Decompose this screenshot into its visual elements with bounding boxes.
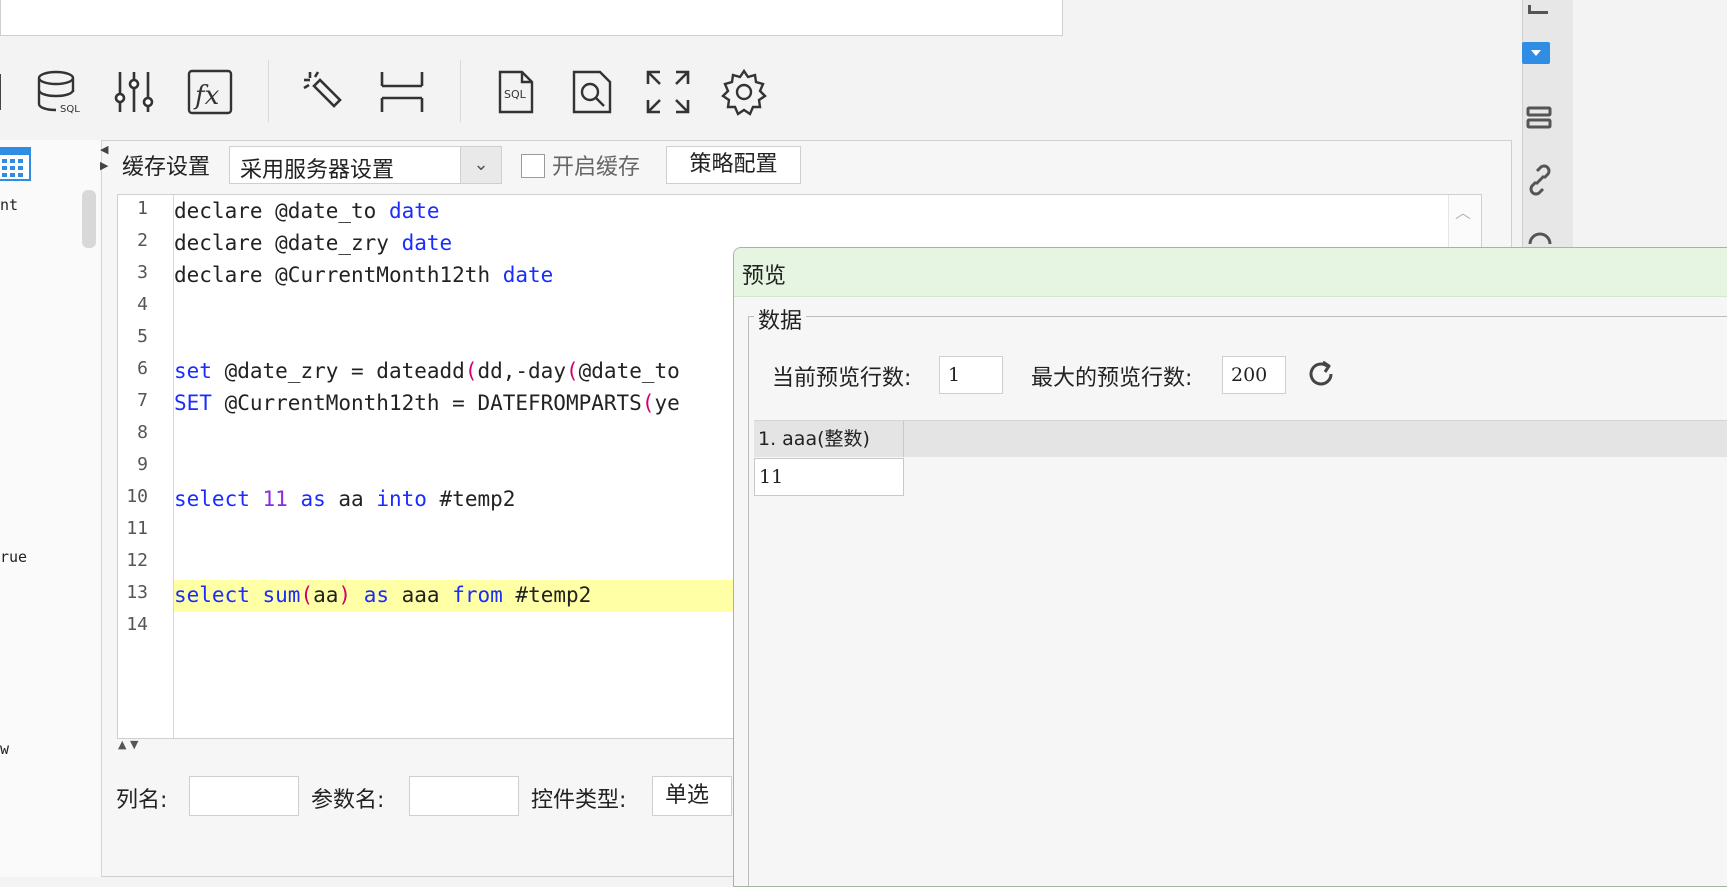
param-name-label: 参数名: <box>311 788 385 813</box>
grid-cell[interactable]: 11 <box>754 458 904 496</box>
column-name-label: 列名: <box>116 788 168 813</box>
chevron-down-icon[interactable]: ⌄ <box>460 147 501 183</box>
max-preview-rows-input[interactable]: 200 <box>1222 356 1286 394</box>
sliders-icon[interactable] <box>110 68 158 116</box>
line-number: 6 <box>137 358 148 379</box>
code-line-13: select sum(aa) as aaa from #temp2 <box>174 583 592 607</box>
enable-cache-label: 开启缓存 <box>552 155 641 180</box>
left-scrollbar[interactable] <box>82 190 96 248</box>
cache-settings-value: 采用服务器设置 <box>240 158 395 183</box>
fullscreen-icon[interactable] <box>644 68 692 116</box>
line-number: 5 <box>137 326 148 347</box>
calendar-icon[interactable] <box>0 146 32 182</box>
cache-settings-select[interactable]: 采用服务器设置 ⌄ <box>229 146 502 184</box>
code-line-6: set @date_zry = dateadd(dd,-day(@date_to <box>174 359 680 383</box>
line-number: 12 <box>126 550 148 571</box>
line-number: 1 <box>137 198 148 219</box>
code-line-2: declare @date_zry date <box>174 231 453 255</box>
preview-grid-header: 1. aaa(整数) <box>754 420 1727 457</box>
code-line-7: SET @CurrentMonth12th = DATEFROMPARTS(ye <box>174 391 680 415</box>
line-number: 2 <box>137 230 148 251</box>
scroll-up-icon[interactable]: ︿ <box>1455 199 1471 223</box>
preview-search-icon[interactable] <box>568 68 616 116</box>
database-sql-icon[interactable]: SQL <box>34 68 82 116</box>
line-number: 4 <box>137 294 148 315</box>
grid-column-header[interactable]: 1. aaa(整数) <box>754 421 904 457</box>
editor-resize-handle-icon[interactable]: ▲ ▼ <box>118 738 138 751</box>
param-name-input[interactable] <box>409 776 519 816</box>
code-line-1: declare @date_to date <box>174 199 440 223</box>
preview-dialog-titlebar[interactable]: 预览 <box>734 248 1727 297</box>
partial-top-icon[interactable] <box>1524 0 1560 14</box>
strategy-config-button[interactable]: 策略配置 <box>666 146 801 184</box>
dataset-name-bar[interactable] <box>0 0 1063 36</box>
left-fragment-2: rue <box>0 548 28 566</box>
enable-cache-checkbox[interactable] <box>521 154 545 178</box>
collapse-toggle-icon[interactable]: ◀ ▶ <box>100 142 108 174</box>
left-parameter-column <box>0 140 102 877</box>
code-line-3: declare @CurrentMonth12th date <box>174 263 554 287</box>
link-icon[interactable] <box>1522 162 1558 198</box>
cache-settings-label: 缓存设置 <box>122 155 211 180</box>
gear-icon[interactable] <box>720 68 768 116</box>
line-number: 14 <box>126 614 148 635</box>
function-fx-icon[interactable]: fx <box>186 68 234 116</box>
current-preview-rows-label: 当前预览行数: <box>772 366 912 391</box>
partial-bottom-icon[interactable] <box>1522 224 1558 246</box>
left-fragment-3: w <box>0 740 10 758</box>
control-type-label: 控件类型: <box>531 788 627 813</box>
current-preview-rows-input[interactable]: 1 <box>939 356 1003 394</box>
line-number: 3 <box>137 262 148 283</box>
code-line-10: select 11 as aa into #temp2 <box>174 487 516 511</box>
line-number: 10 <box>126 486 148 507</box>
refresh-icon[interactable] <box>1305 358 1337 390</box>
partial-icon[interactable] <box>0 68 20 116</box>
svg-text:SQL: SQL <box>504 88 527 101</box>
magic-wand-icon[interactable] <box>300 68 348 116</box>
data-group-legend: 数据 <box>754 303 807 335</box>
line-number: 11 <box>126 518 148 539</box>
left-fragment-1: nt <box>0 196 19 214</box>
svg-text:SQL: SQL <box>60 104 80 115</box>
line-number: 9 <box>137 454 148 475</box>
preview-dialog: 预览 数据 当前预览行数: 1 最大的预览行数: 200 1. aaa(整数) … <box>733 247 1727 887</box>
preview-dialog-title: 预览 <box>742 264 787 289</box>
column-name-input[interactable] <box>189 776 299 816</box>
layers-icon[interactable] <box>1522 100 1558 136</box>
sql-file-icon[interactable]: SQL <box>492 68 540 116</box>
row-height-icon[interactable] <box>378 68 426 116</box>
svg-text:fx: fx <box>193 81 220 111</box>
data-group-box <box>748 316 1727 886</box>
dropdown-toggle-button[interactable] <box>1522 42 1550 64</box>
line-number: 7 <box>137 390 148 411</box>
control-type-select[interactable]: 单选 <box>652 776 732 816</box>
line-number: 8 <box>137 422 148 443</box>
line-number: 13 <box>126 582 148 603</box>
max-preview-rows-label: 最大的预览行数: <box>1031 366 1193 391</box>
